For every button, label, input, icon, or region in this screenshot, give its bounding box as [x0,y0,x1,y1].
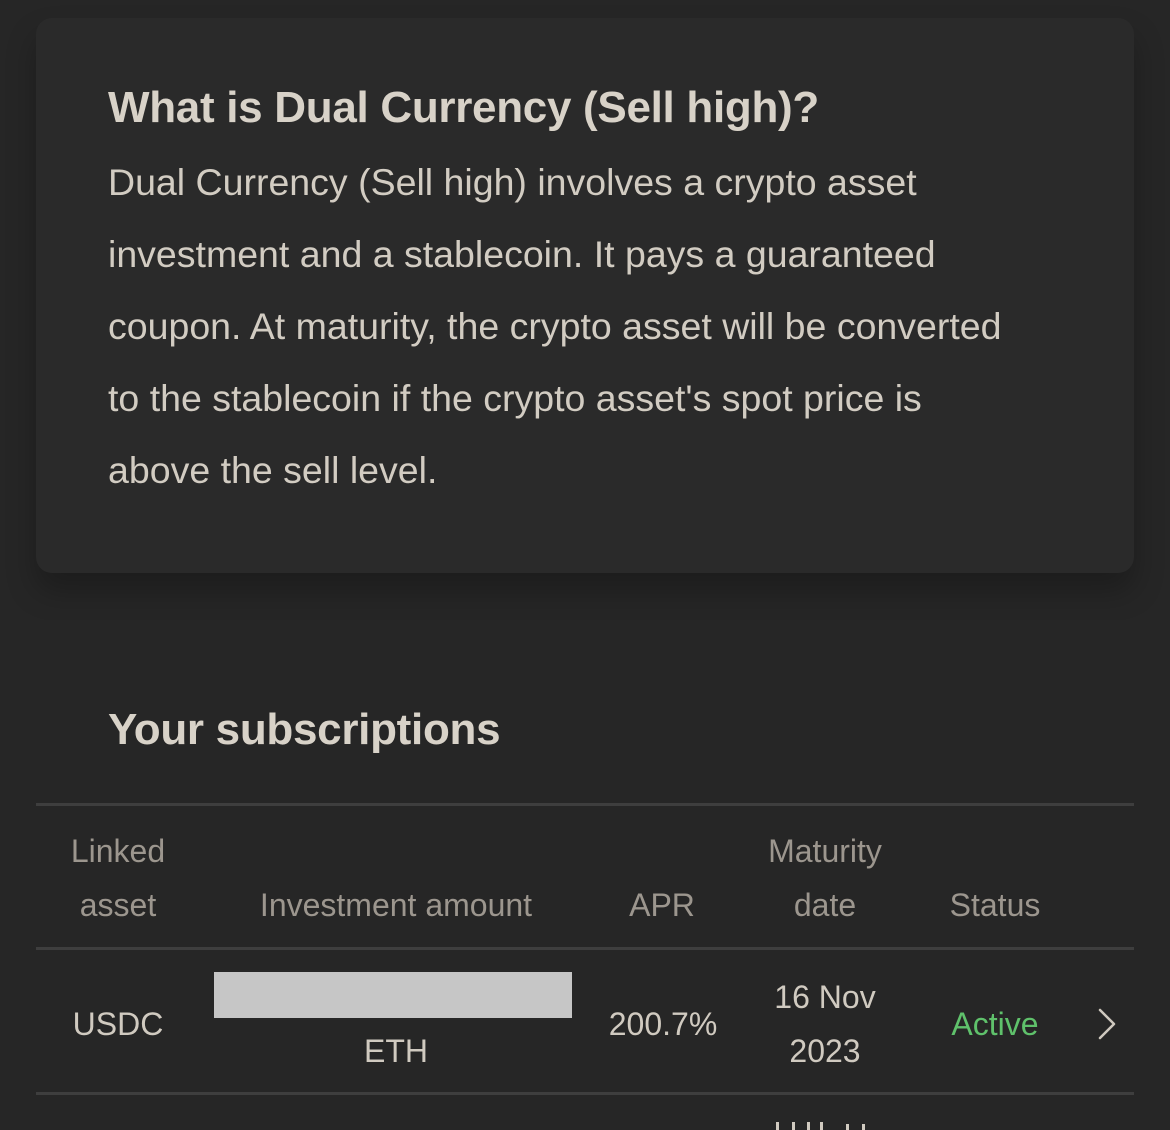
redacted-investment-amount [214,972,572,1018]
header-investment-amount: Investment amount [259,887,533,923]
dual-currency-page: What is Dual Currency (Sell high)? Dual … [0,0,1170,1130]
info-description-line: Dual Currency (Sell high) involves a cry… [108,161,917,203]
table-top-divider [36,803,1134,806]
row-apr: 200.7% [608,1006,718,1042]
header-status: Status [949,887,1041,923]
row-status-badge: Active [951,1006,1039,1042]
header-linked-asset: Linked asset [70,833,166,923]
next-row-partial [770,1118,880,1130]
row-linked-asset: USDC [72,1006,164,1042]
header-apr: APR [629,887,695,923]
info-description-line: coupon. At maturity, the crypto asset wi… [108,305,1002,347]
row-investment-currency: ETH [364,1033,428,1069]
chevron-right-icon[interactable] [1094,1006,1122,1042]
next-row-text-fragment [776,1122,865,1130]
subscriptions-section [36,620,1134,1130]
header-bottom-divider [36,947,1134,950]
header-maturity-date: Maturity date [768,833,882,923]
row-divider [36,1092,1134,1095]
info-description-line: to the stablecoin if the crypto asset's … [108,377,922,419]
row-maturity-date: 16 Nov 2023 [774,979,876,1069]
info-description-line: investment and a stablecoin. It pays a g… [108,233,936,275]
info-title: What is Dual Currency (Sell high)? [108,83,819,132]
info-description-line: above the sell level. [108,449,438,491]
subscriptions-title: Your subscriptions [108,705,501,754]
info-description: Dual Currency (Sell high) involves a cry… [108,146,1083,506]
